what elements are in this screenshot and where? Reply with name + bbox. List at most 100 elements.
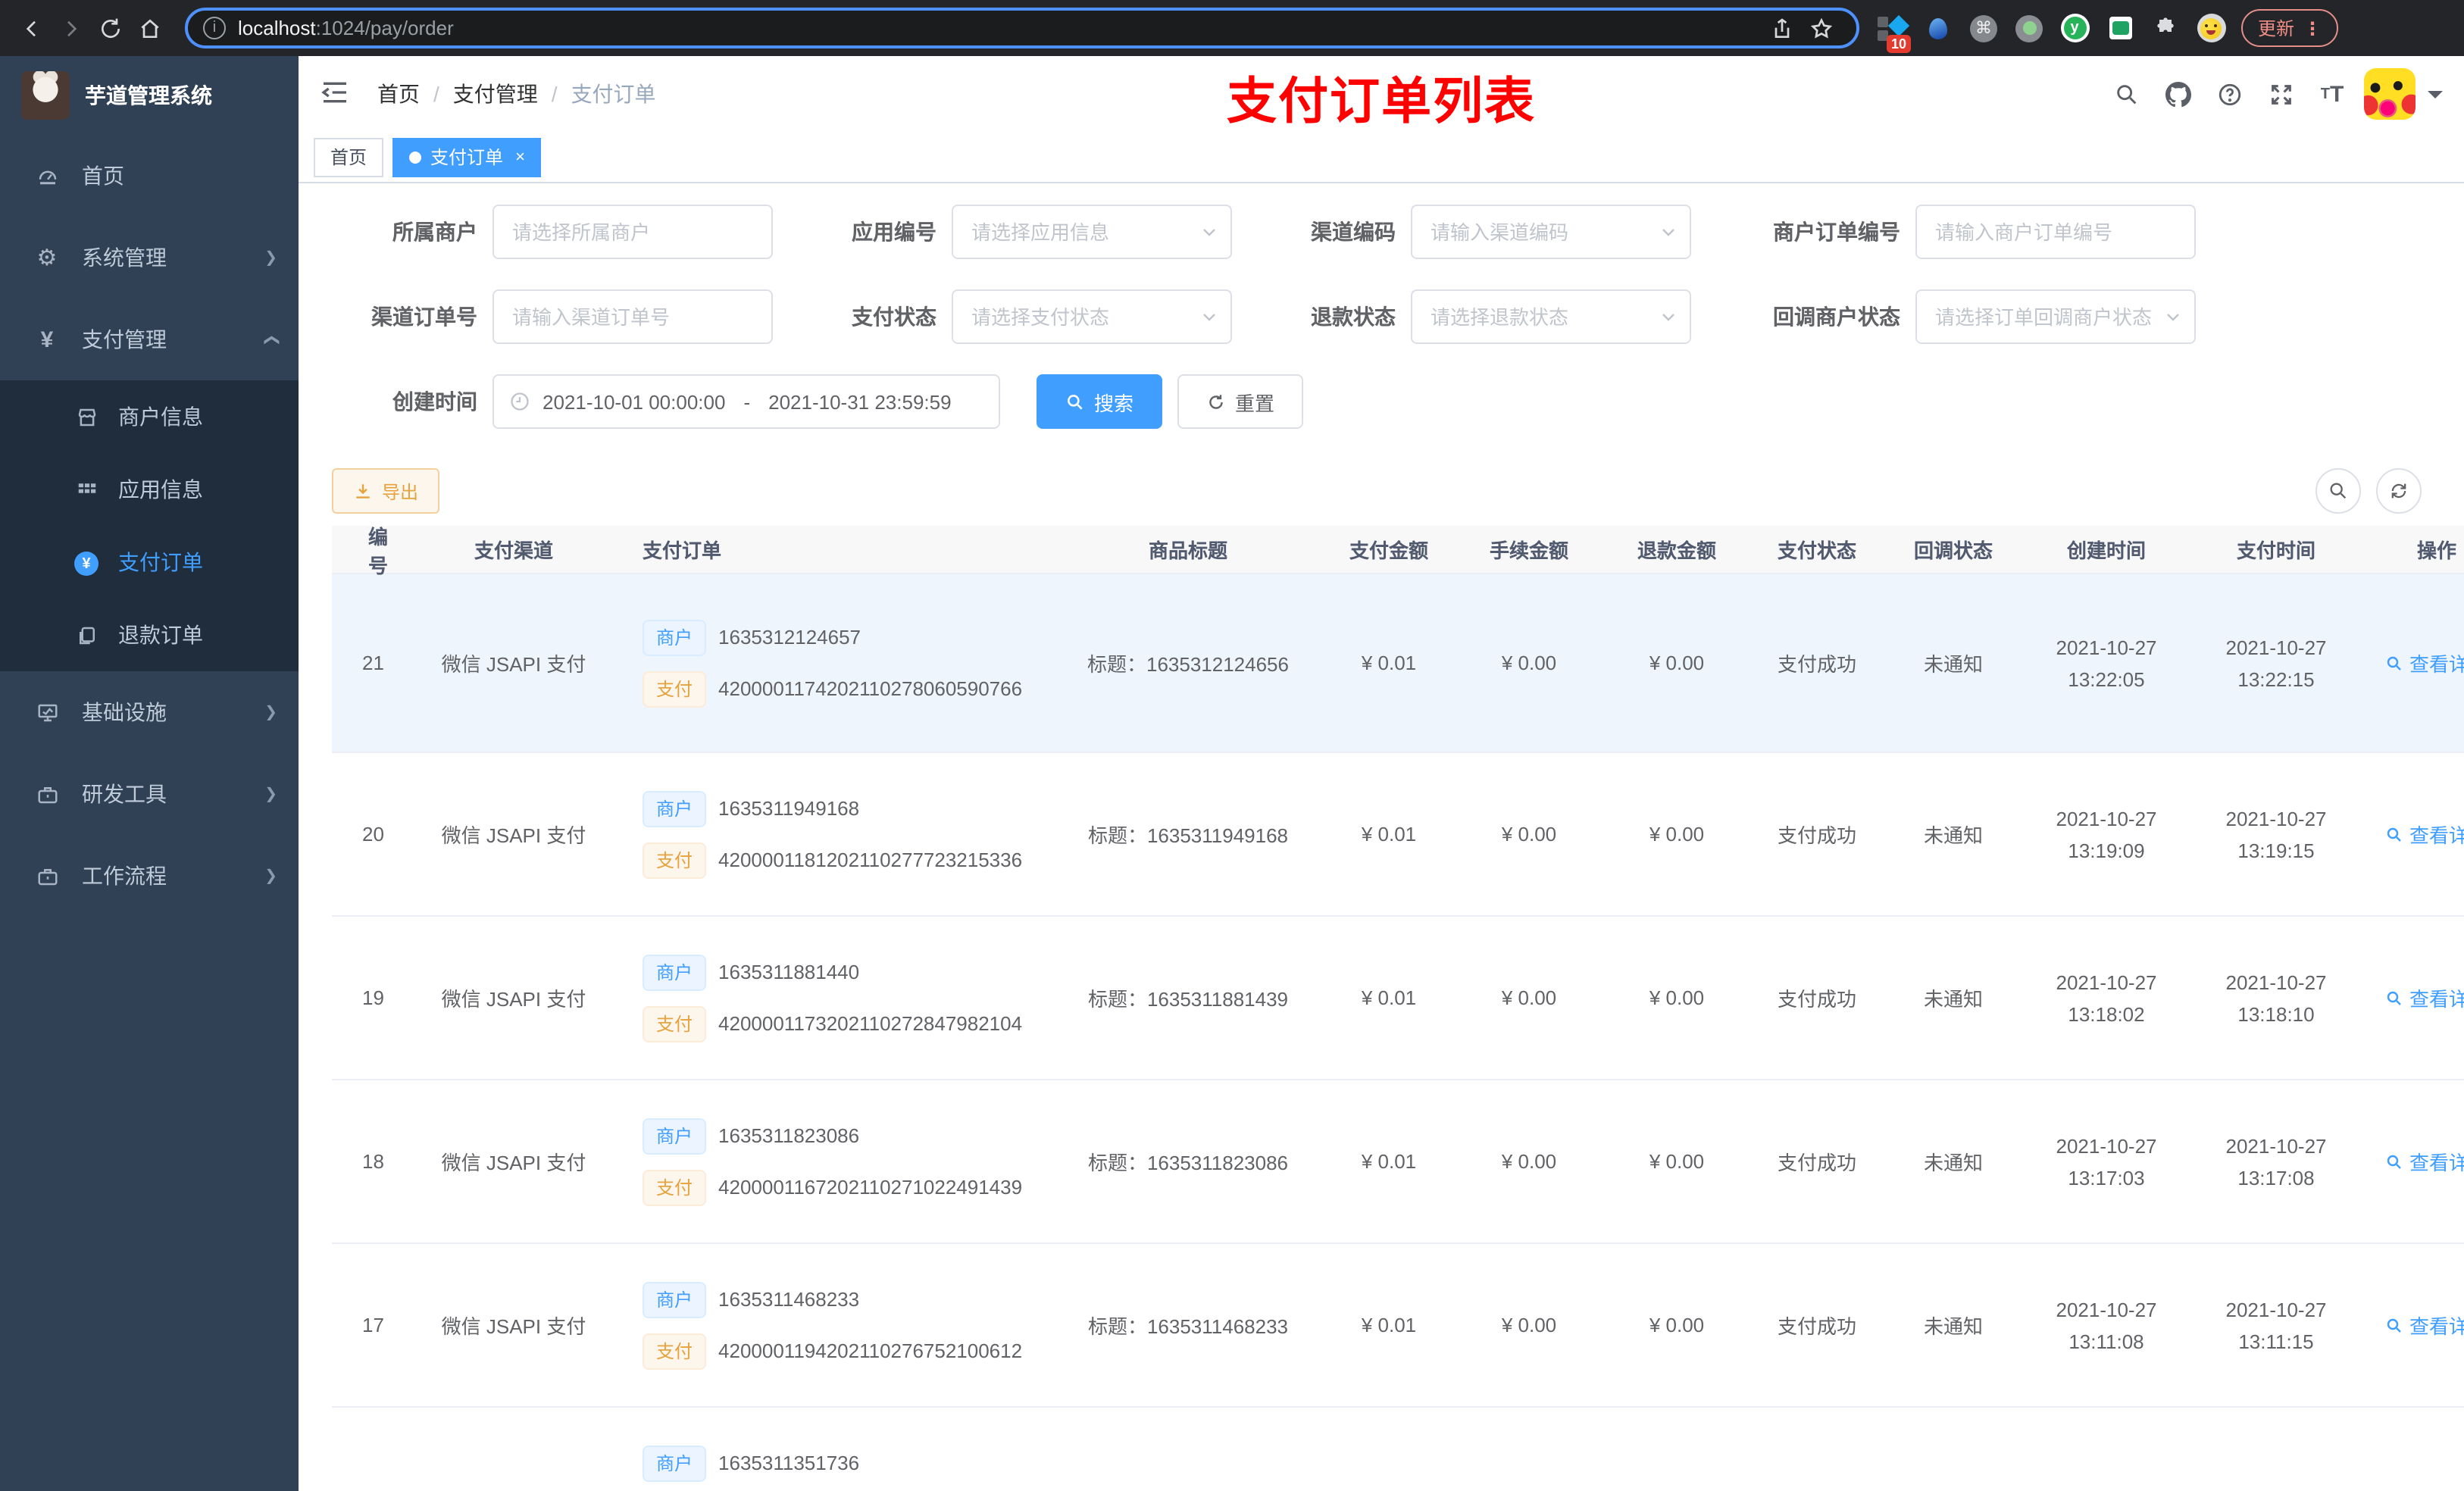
create-time-range-input[interactable]: 2021-10-01 00:00:00 - 2021-10-31 23:59:5… xyxy=(492,374,1000,429)
yen-circle-icon: ¥ xyxy=(73,549,100,577)
sidebar-item-infra[interactable]: 基础设施 ❯ xyxy=(0,671,299,753)
filter-label-app: 应用编号 xyxy=(852,220,937,244)
notify-status-select[interactable] xyxy=(1915,289,2196,344)
browser-update-button[interactable]: 更新 ⋮ xyxy=(2241,9,2339,47)
channel-pay-no: 4200001173202110272847982104 xyxy=(718,1012,1023,1035)
tab-pay-order[interactable]: 支付订单 × xyxy=(392,137,542,177)
sidebar-item-workflow[interactable]: 工作流程 ❯ xyxy=(0,835,299,917)
close-icon[interactable]: × xyxy=(515,148,525,166)
cell-title: 标题：1635311468233 xyxy=(1087,1315,1289,1338)
cell-status: 支付成功 xyxy=(1777,1152,1856,1174)
table-header: 编号 支付渠道 支付订单 商品标题 支付金额 手续金额 退款金额 支付状态 回调… xyxy=(332,525,2464,577)
sidebar-item-system[interactable]: ⚙ 系统管理 ❯ xyxy=(0,217,299,299)
channel-order-no-input[interactable] xyxy=(492,289,773,344)
gear-icon: ⚙ xyxy=(36,245,58,271)
cell-amount: ¥ 0.01 xyxy=(1361,652,1417,674)
view-detail-link[interactable]: 查看详情 xyxy=(2385,649,2464,677)
merchant-order-no-input[interactable] xyxy=(1915,205,2196,259)
tab-home[interactable]: 首页 xyxy=(314,137,384,177)
cell-fee: ¥ 0.00 xyxy=(1501,823,1557,846)
cell-channel: 微信 JSAPI 支付 xyxy=(441,653,586,676)
back-icon[interactable] xyxy=(12,8,52,48)
refund-status-select[interactable] xyxy=(1411,289,1691,344)
cell-fee: ¥ 0.00 xyxy=(1501,652,1557,674)
sidebar-item-refund-order[interactable]: 退款订单 xyxy=(0,599,299,671)
github-icon[interactable] xyxy=(2158,74,2197,114)
sidebar-item-payment[interactable]: ¥ 支付管理 ❯ xyxy=(0,299,299,380)
refresh-button[interactable] xyxy=(2376,468,2422,514)
extensions-puzzle-icon[interactable] xyxy=(2150,13,2181,43)
merchant-order-no: 1635311823086 xyxy=(718,1124,860,1147)
sidebar: 芋道管理系统 首页 ⚙ 系统管理 ❯ ¥ 支付管理 ❯ 商户信息 应用信息 ¥ … xyxy=(0,56,299,1491)
col-pay-order: 支付订单 xyxy=(643,539,722,562)
sidebar-item-merchant-info[interactable]: 商户信息 xyxy=(0,380,299,453)
view-detail-link[interactable]: 查看详情 xyxy=(2385,1147,2464,1176)
table-row: 20 微信 JSAPI 支付 商户 1635311949168 支付 42000… xyxy=(332,753,2464,917)
show-search-button[interactable] xyxy=(2315,468,2361,514)
sidebar-toggle-icon[interactable] xyxy=(320,77,353,111)
pay-tag: 支付 xyxy=(643,1005,707,1042)
pay-tag: 支付 xyxy=(643,1333,707,1369)
sidebar-item-app-info[interactable]: 应用信息 xyxy=(0,453,299,526)
forward-icon[interactable] xyxy=(52,8,91,48)
url-path: :1024/pay/order xyxy=(315,17,454,39)
cell-title: 标题：1635311949168 xyxy=(1087,824,1289,847)
breadcrumb-home[interactable]: 首页 xyxy=(377,79,420,109)
cell-id: 21 xyxy=(362,652,384,674)
col-channel: 支付渠道 xyxy=(474,539,553,562)
view-detail-link[interactable]: 查看详情 xyxy=(2385,1311,2464,1339)
filter-label-notify-status: 回调商户状态 xyxy=(1773,305,1900,329)
top-navbar: 首页 / 支付管理 / 支付订单 支付订单列表 TT xyxy=(299,56,2464,132)
home-icon[interactable] xyxy=(130,8,170,48)
reload-icon[interactable] xyxy=(91,8,130,48)
cell-fee: ¥ 0.00 xyxy=(1501,1314,1557,1336)
view-detail-link[interactable]: 查看详情 xyxy=(2385,820,2464,849)
extension-command-icon[interactable]: ⌘ xyxy=(1968,13,1999,43)
export-button[interactable]: 导出 xyxy=(332,468,440,514)
cell-id: 20 xyxy=(362,823,384,846)
filter-label-refund-status: 退款状态 xyxy=(1311,305,1396,329)
site-info-icon[interactable]: i xyxy=(203,17,226,39)
fullscreen-icon[interactable] xyxy=(2261,74,2300,114)
reset-button[interactable]: 重置 xyxy=(1177,374,1304,429)
merchant-input[interactable] xyxy=(492,205,773,259)
sidebar-item-devtools[interactable]: 研发工具 ❯ xyxy=(0,753,299,835)
cell-status: 支付成功 xyxy=(1777,1315,1856,1338)
chevron-down-icon: ❯ xyxy=(264,249,277,266)
extension-y-icon[interactable]: y xyxy=(2059,13,2090,43)
url-bar[interactable]: i localhost:1024/pay/order xyxy=(185,8,1859,48)
user-avatar[interactable] xyxy=(2364,68,2416,120)
cell-pay-order: 商户 1635311881440 支付 42000011732021102728… xyxy=(627,954,1052,1042)
cell-actions: 查看详情 xyxy=(2361,649,2464,677)
profile-avatar-icon[interactable] xyxy=(2196,13,2226,43)
col-id: 编号 xyxy=(367,525,388,577)
sidebar-item-pay-order[interactable]: ¥ 支付订单 xyxy=(0,526,299,599)
breadcrumb-pay-mgmt[interactable]: 支付管理 xyxy=(453,79,538,109)
cell-pay-order: 商户 1635311823086 支付 42000011672021102710… xyxy=(627,1117,1052,1205)
help-icon[interactable] xyxy=(2209,74,2249,114)
extension-grid-icon[interactable]: 10 xyxy=(1878,13,1912,52)
avatar-caret-icon[interactable] xyxy=(2428,90,2443,105)
search-button[interactable]: 搜索 xyxy=(1037,374,1163,429)
app-title: 芋道管理系统 xyxy=(85,83,212,108)
bookmark-star-icon[interactable] xyxy=(1802,8,1841,48)
merchant-order-no: 1635311468233 xyxy=(718,1288,860,1311)
cell-channel: 微信 JSAPI 支付 xyxy=(441,1315,586,1338)
view-detail-link[interactable]: 查看详情 xyxy=(2385,983,2464,1012)
browser-menu-icon[interactable]: ⋮ xyxy=(2303,17,2322,39)
sidebar-item-home[interactable]: 首页 xyxy=(0,135,299,217)
share-icon[interactable] xyxy=(1762,8,1802,48)
cell-refund: ¥ 0.00 xyxy=(1649,1150,1705,1173)
channel-code-select[interactable] xyxy=(1411,205,1691,259)
font-size-icon[interactable]: TT xyxy=(2312,74,2352,114)
pay-status-select[interactable] xyxy=(952,289,1232,344)
extension-chat-icon[interactable] xyxy=(2105,13,2135,43)
app-select[interactable] xyxy=(952,205,1232,259)
extension-balloon-icon[interactable] xyxy=(1923,13,1953,43)
cell-refund: ¥ 0.00 xyxy=(1649,1314,1705,1336)
cell-pay-order: 商户 1635312124657 支付 42000011742021102780… xyxy=(627,619,1052,707)
orders-table: 编号 支付渠道 支付订单 商品标题 支付金额 手续金额 退款金额 支付状态 回调… xyxy=(332,525,2464,1491)
extension-dot-icon[interactable] xyxy=(2014,13,2044,43)
briefcase-icon xyxy=(33,781,61,807)
search-icon[interactable] xyxy=(2106,74,2146,114)
